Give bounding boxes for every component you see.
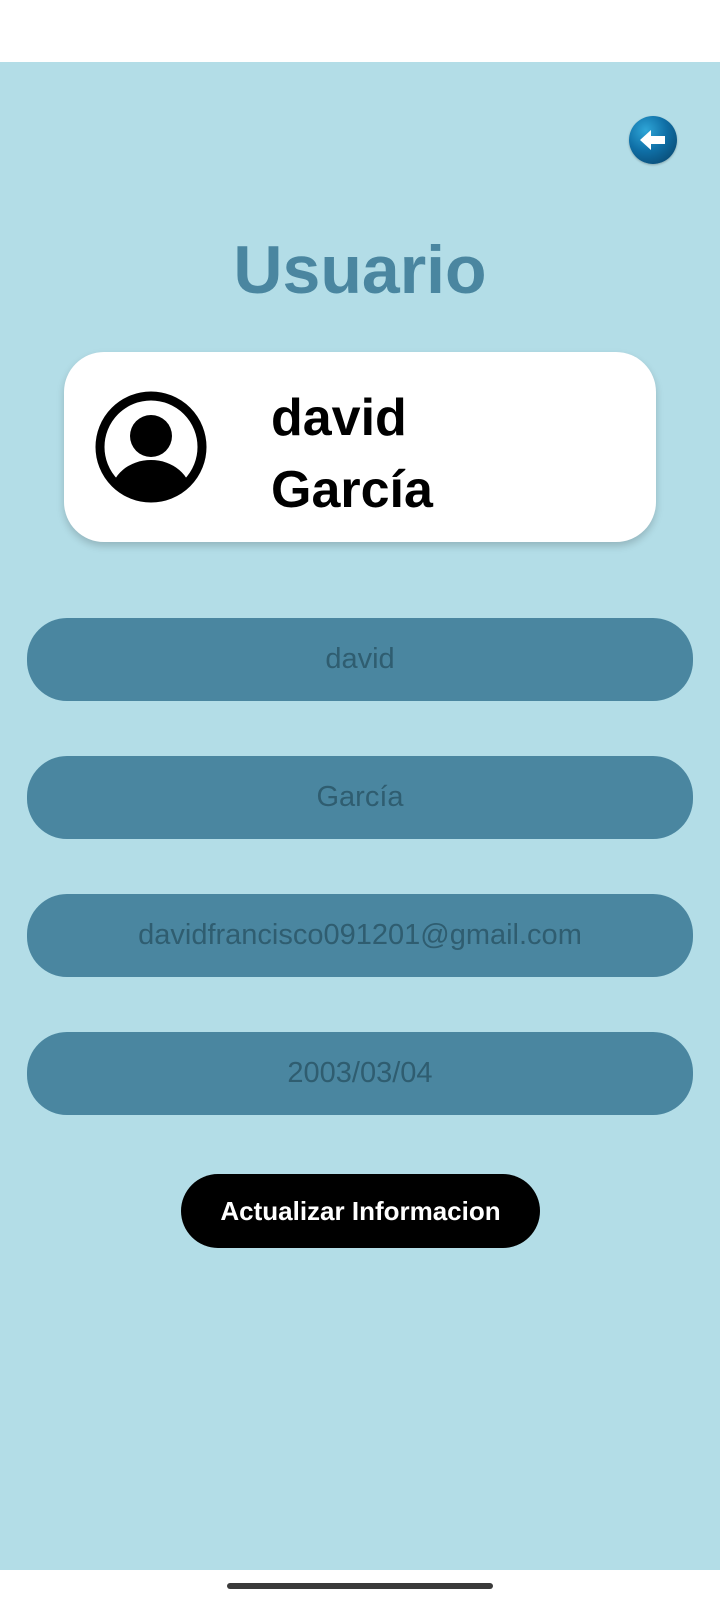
profile-first-name: david bbox=[271, 389, 407, 447]
first-name-field[interactable] bbox=[27, 618, 693, 701]
home-indicator[interactable] bbox=[227, 1583, 493, 1589]
profile-last-name: García bbox=[271, 461, 433, 519]
email-field[interactable] bbox=[27, 894, 693, 977]
status-bar bbox=[0, 0, 720, 62]
arrow-left-icon bbox=[640, 130, 665, 150]
user-profile-screen: Usuario david García Actualizar Informac… bbox=[0, 62, 720, 1570]
user-avatar-icon bbox=[95, 391, 207, 503]
birth-date-field[interactable] bbox=[27, 1032, 693, 1115]
back-button[interactable] bbox=[629, 116, 677, 164]
last-name-field[interactable] bbox=[27, 756, 693, 839]
profile-name: david García bbox=[271, 382, 433, 526]
navigation-bar bbox=[0, 1570, 720, 1600]
update-info-button[interactable]: Actualizar Informacion bbox=[181, 1174, 540, 1248]
profile-card: david García bbox=[64, 352, 656, 542]
page-title: Usuario bbox=[233, 232, 487, 308]
